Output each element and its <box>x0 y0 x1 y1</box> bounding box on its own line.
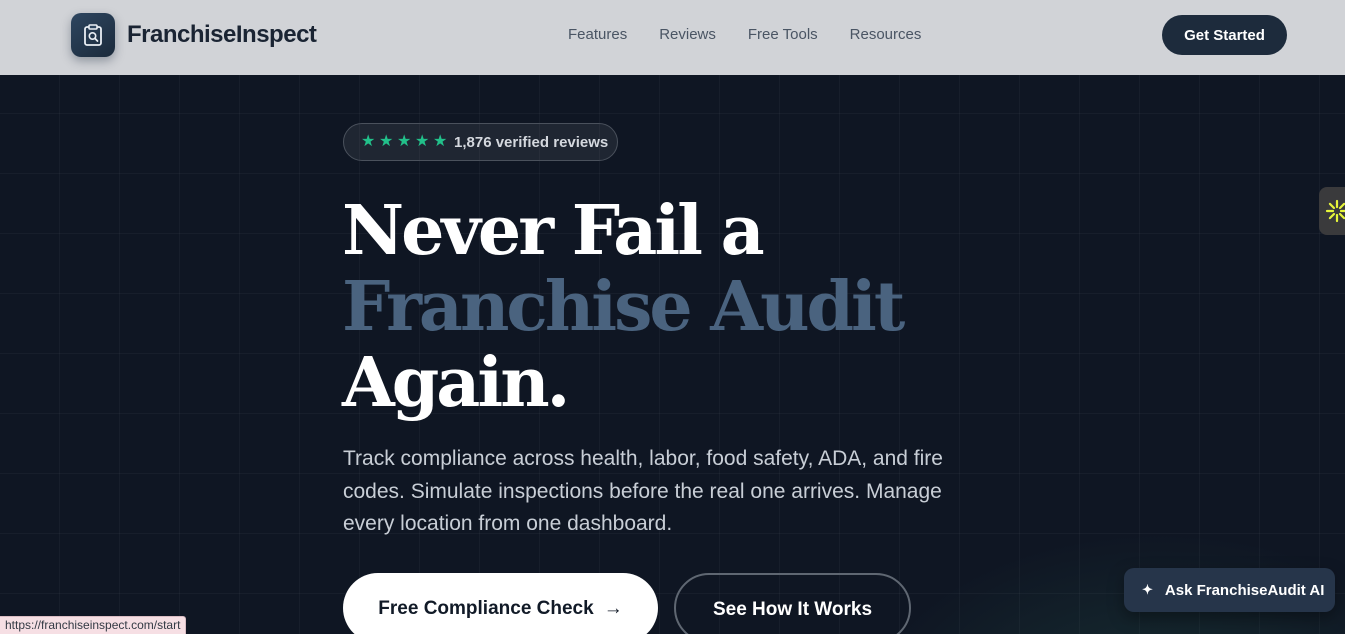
sparkle-icon: ✦ <box>1142 582 1153 597</box>
ask-ai-label: Ask FranchiseAudit AI <box>1164 581 1325 599</box>
site-header: FranchiseInspect Features Reviews Free T… <box>0 0 1345 75</box>
clipboard-search-icon <box>71 13 115 57</box>
primary-cta-label: Free Compliance Check <box>378 598 594 619</box>
star-icon: ★ <box>415 133 430 150</box>
status-bar-url: https://franchiseinspect.com/start <box>0 616 187 634</box>
star-icon: ★ <box>361 133 376 150</box>
nav-free-tools[interactable]: Free Tools <box>748 26 818 44</box>
nav-resources[interactable]: Resources <box>850 26 922 44</box>
star-rating: ★ ★ ★ ★ ★ <box>361 134 451 150</box>
hero-headline: Never Fail a Franchise Audit Again. <box>342 191 905 423</box>
get-started-button[interactable]: Get Started <box>1162 15 1287 55</box>
ask-ai-button[interactable]: ✦ Ask FranchiseAudit AI <box>1124 568 1335 612</box>
burst-icon <box>1325 199 1345 223</box>
reviews-count: 1,876 verified reviews <box>454 133 609 151</box>
star-icon: ★ <box>433 133 448 150</box>
reviews-badge: ★ ★ ★ ★ ★ 1,876 verified reviews <box>343 123 618 161</box>
star-icon: ★ <box>397 133 412 150</box>
nav-features[interactable]: Features <box>568 26 627 44</box>
main-nav: Features Reviews Free Tools Resources <box>568 26 953 44</box>
headline-line-1: Never Fail a <box>342 191 765 271</box>
hero-description: Track compliance across health, labor, f… <box>343 447 943 535</box>
see-how-it-works-button[interactable]: See How It Works <box>674 573 911 634</box>
nav-reviews[interactable]: Reviews <box>659 26 716 44</box>
free-compliance-check-button[interactable]: Free Compliance Check → <box>343 573 658 634</box>
brand-name: FranchiseInspect <box>127 21 317 48</box>
brand[interactable]: FranchiseInspect <box>71 13 317 57</box>
arrow-right-icon: → <box>603 598 623 619</box>
headline-line-3: Again. <box>342 343 570 423</box>
hero-section: ★ ★ ★ ★ ★ 1,876 verified reviews Never F… <box>0 75 1345 634</box>
headline-line-2: Franchise Audit <box>342 267 905 347</box>
side-widget-tab[interactable] <box>1319 187 1345 235</box>
star-icon: ★ <box>379 133 394 150</box>
